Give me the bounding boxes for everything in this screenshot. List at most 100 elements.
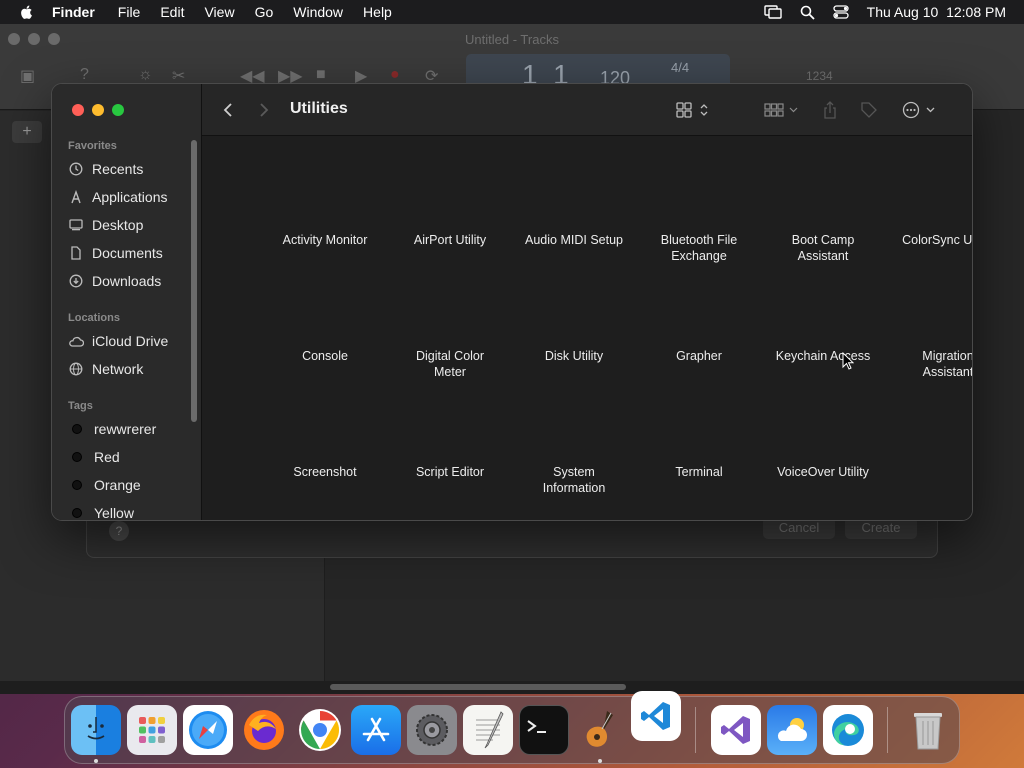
file-item-voiceover-utility[interactable]: VoiceOver Utility [763,464,883,480]
dock-microsoft-edge-icon[interactable] [823,705,873,755]
control-center-icon[interactable] [833,5,849,19]
file-item-label: Disk Utility [544,349,604,363]
share-button[interactable] [822,84,838,136]
menu-view[interactable]: View [204,4,234,20]
applications-icon [68,189,84,205]
menubar-clock[interactable]: Thu Aug 10 12:08 PM [867,4,1006,20]
dock-visual-studio-icon[interactable] [711,705,761,755]
screen-mirroring-icon[interactable] [763,5,782,19]
menu-window[interactable]: Window [293,4,343,20]
sidebar-tag-red[interactable]: Red [68,446,188,468]
chevron-right-icon [260,103,269,117]
file-item-label: Bluetooth File [660,233,738,247]
sidebar-item-desktop[interactable]: Desktop [68,214,188,236]
folder-title: Utilities [290,100,348,117]
add-track-button[interactable]: + [12,121,42,143]
tags-button[interactable] [860,84,878,136]
file-item-screenshot[interactable]: Screenshot [265,464,385,480]
dock-app-store-icon[interactable] [351,705,401,755]
file-item-audio-midi-setup[interactable]: Audio MIDI Setup [514,232,634,248]
dock-safari-icon[interactable] [183,705,233,755]
view-mode-button[interactable] [676,84,710,136]
file-item-bluetooth-file-exchange[interactable]: Bluetooth File Exchange [639,232,759,264]
globe-icon [68,361,84,377]
sheet-help-button[interactable]: ? [109,521,129,541]
ellipsis-circle-icon [902,101,935,119]
sidebar-tag-rewwrerer[interactable]: rewwrerer [68,418,188,440]
file-item-console[interactable]: Console [265,348,385,364]
file-item-colorsync-utility[interactable]: ColorSync Utility [888,232,973,248]
sidebar-scrollbar[interactable] [191,140,197,422]
library-icon[interactable]: ▣ [20,66,35,86]
file-item-grapher[interactable]: Grapher [639,348,759,364]
file-item-airport-utility[interactable]: AirPort Utility [390,232,510,248]
group-by-button[interactable] [764,84,800,136]
file-item-label: ColorSync Utility [902,233,973,247]
dock-launchpad-icon[interactable] [127,705,177,755]
file-item-label: VoiceOver Utility [777,465,869,479]
close-button[interactable] [72,104,84,116]
record-icon[interactable]: ● [390,66,400,84]
dock-firefox-icon[interactable] [239,705,289,755]
actions-menu-button[interactable] [902,84,938,136]
dock-terminal-icon[interactable] [519,705,569,755]
sidebar-item-network[interactable]: Network [68,358,188,380]
spotlight-search-icon[interactable] [800,5,815,20]
forward-button[interactable] [258,84,270,136]
smart-controls-icon[interactable]: ☼ [138,66,153,84]
background-app-title: Untitled - Tracks [465,32,559,47]
menubar: Finder File Edit View Go Window Help Thu… [0,0,1024,24]
dock-vscode-icon[interactable] [631,691,681,741]
dock-garageband-icon[interactable] [575,705,625,755]
tag-color-dot [72,508,82,518]
file-item-keychain-access[interactable]: Keychain Access [763,348,883,364]
background-horizontal-scrollbar[interactable] [330,684,626,690]
minimize-button[interactable] [92,104,104,116]
file-item-activity-monitor[interactable]: Activity Monitor [265,232,385,248]
file-item-system-information[interactable]: System Information [514,464,634,496]
dock-textedit-icon[interactable] [463,705,513,755]
dock-separator [887,707,888,753]
apple-logo-icon[interactable] [19,4,35,20]
dock-trash-icon[interactable] [903,705,953,755]
sidebar-item-documents[interactable]: Documents [68,242,188,264]
menu-file[interactable]: File [118,4,141,20]
menu-app-name[interactable]: Finder [52,4,95,20]
file-item-label: Audio MIDI Setup [525,233,623,247]
sidebar-section-locations: Locations [68,312,120,324]
file-item-digital-color-meter[interactable]: Digital Color Meter [390,348,510,380]
finder-sidebar: Favorites Recents Applications Desktop D… [52,84,202,520]
menu-edit[interactable]: Edit [160,4,184,20]
menu-help[interactable]: Help [363,4,392,20]
file-item-label: Script Editor [415,465,485,479]
sidebar-section-favorites: Favorites [68,140,117,152]
zoom-button[interactable] [112,104,124,116]
dock-finder-icon[interactable] [71,705,121,755]
file-item-label: Console [302,349,348,363]
file-item-disk-utility[interactable]: Disk Utility [514,348,634,364]
file-item-migration-assistant[interactable]: Migration Assistant [888,348,973,380]
help-circle-icon[interactable]: ? [80,66,89,84]
file-item-label-line2: Assistant [922,365,973,379]
sidebar-item-recents[interactable]: Recents [68,158,188,180]
dock-weather-icon[interactable] [767,705,817,755]
file-item-script-editor[interactable]: Script Editor [390,464,510,480]
finder-content-area: Activity Monitor AirPort Utility Audio M… [203,137,973,520]
sidebar-item-icloud-drive[interactable]: iCloud Drive [68,330,188,352]
sidebar-item-downloads[interactable]: Downloads [68,270,188,292]
back-button[interactable] [222,84,234,136]
dock-chrome-icon[interactable] [295,705,345,755]
icon-view-grid-icon [676,102,708,118]
dock-system-settings-icon[interactable] [407,705,457,755]
sidebar-tag-orange[interactable]: Orange [68,474,188,496]
menu-go[interactable]: Go [255,4,274,20]
file-item-terminal[interactable]: Terminal [639,464,759,480]
sidebar-tag-yellow[interactable]: Yellow [68,502,188,520]
file-item-boot-camp-assistant[interactable]: Boot Camp Assistant [763,232,883,264]
count-in-counter[interactable]: 1234 [806,69,833,83]
file-item-label-line2: Meter [434,365,466,379]
stop-icon[interactable]: ■ [316,66,326,84]
sidebar-item-applications[interactable]: Applications [68,186,188,208]
dock-running-indicator [94,759,98,763]
sidebar-section-tags: Tags [68,400,93,412]
